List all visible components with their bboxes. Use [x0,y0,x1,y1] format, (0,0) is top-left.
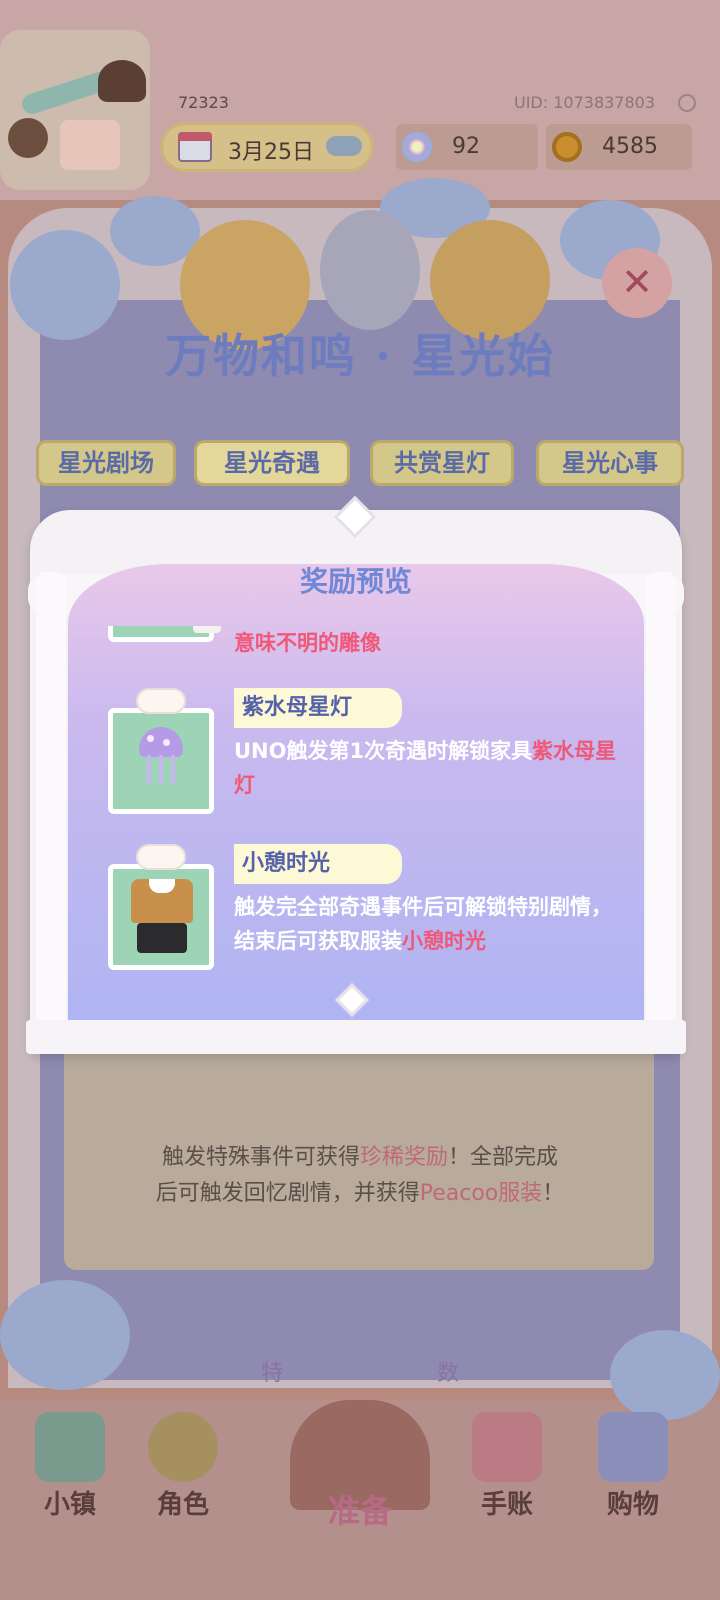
nav-character-label: 角色 [156,1490,209,1520]
avatar-cake [60,120,120,170]
star-flower-icon [402,132,432,162]
desc-text: ！ [542,1181,565,1206]
reward-item: 小憩时光 触发完全部奇遇事件后可解锁特别剧情，结束后可获取服装小憩时光 [68,844,644,984]
outfit-icon [131,879,193,959]
calendar-icon [178,132,212,162]
modal-pillar-right [646,572,676,1032]
reward-preview-modal: 奖励预览 意味不明的雕像 紫水母星灯 UNO触发第1次奇遇时解锁家具紫水母星灯 … [26,495,686,1054]
player-avatar[interactable] [0,30,150,190]
date-display[interactable]: 3月25日 [160,122,374,172]
star-currency[interactable]: 92 [396,124,538,170]
desc-text: 触发特殊事件可获得 [161,1145,360,1170]
event-tabs: 星光剧场 星光奇遇 共赏星灯 星光心事 [36,440,684,490]
coin-currency[interactable]: 4585 [546,124,692,170]
tab-starlight-theater[interactable]: 星光剧场 [36,440,176,486]
close-icon: ✕ [621,260,653,304]
modal-title: 奖励预览 [299,565,412,598]
reward-thumbnail[interactable] [108,626,221,642]
coin-count: 4585 [602,134,658,159]
desc-highlight: 珍稀奖励 [359,1145,448,1170]
avatar-bear [8,118,48,158]
jellyfish-lamp-icon [133,727,189,785]
tab-starlight-encounter[interactable]: 星光奇遇 [194,440,350,486]
reward-name: 小憩时光 [234,844,402,884]
reward-name: 紫水母星灯 [234,688,402,728]
map-icon [35,1412,105,1482]
character-icon [148,1412,218,1482]
reward-description: UNO触发第1次奇遇时解锁家具紫水母星灯 [234,734,626,802]
date-text: 3月25日 [228,140,314,165]
angel-character-silver [320,210,420,330]
desc-text: 后可触发回忆剧情，并获得 [155,1181,420,1206]
reward-list[interactable]: 意味不明的雕像 紫水母星灯 UNO触发第1次奇遇时解锁家具紫水母星灯 小憩时光 … [68,626,644,986]
desc-highlight: Peacoo服装 [419,1181,543,1206]
desc-text: ！全部完成 [448,1145,559,1170]
nav-journal[interactable]: 手账 [452,1400,562,1540]
shopping-bag-icon [598,1412,668,1482]
reward-item: 紫水母星灯 UNO触发第1次奇遇时解锁家具紫水母星灯 [68,688,644,828]
bow-decoration [136,688,186,714]
reward-desc-text: UNO触发第1次奇遇时解锁家具 [234,739,533,763]
cloud-weather-icon [326,136,362,156]
flower-decoration [0,1280,130,1390]
star-count: 92 [452,134,480,159]
nav-character[interactable]: 角色 [128,1400,238,1540]
coin-icon [552,132,582,162]
copy-uid-icon[interactable] [678,94,696,112]
reward-description: 触发完全部奇遇事件后可解锁特别剧情，结束后可获取服装小憩时光 [234,890,626,958]
modal-pillar-left [36,572,66,1032]
nav-shop[interactable]: 购物 [578,1400,688,1540]
reward-description: 意味不明的雕像 [234,631,381,655]
event-title: 万物和鸣 · 星光始 [164,329,556,383]
statue-icon [193,626,221,633]
bow-decoration [136,844,186,870]
avatar-hat [98,60,146,102]
nav-town-label: 小镇 [43,1490,96,1520]
close-button[interactable]: ✕ [602,248,672,318]
special-count-text-a: 特 [260,1361,283,1386]
nav-town[interactable]: 小镇 [15,1400,125,1540]
tab-shared-star-lamp[interactable]: 共赏星灯 [370,440,514,486]
reward-desc-highlight: 小憩时光 [402,929,486,953]
modal-base [26,1020,686,1054]
player-uid: UID: 1073837803 [514,93,656,112]
nav-prepare[interactable]: 准备 [270,1400,450,1540]
player-id: 72323 [178,93,229,112]
tab-starlight-thoughts[interactable]: 星光心事 [536,440,684,486]
special-count-text-b: 数 [437,1361,460,1386]
nav-prepare-label: 准备 [327,1492,392,1530]
encounter-description: 触发特殊事件可获得珍稀奖励！全部完成 后可触发回忆剧情，并获得Peacoo服装！ [100,1140,620,1212]
nav-journal-label: 手账 [480,1490,533,1520]
special-count-label: 特 数 [220,1355,500,1387]
reward-thumbnail[interactable] [108,864,214,970]
nav-shop-label: 购物 [606,1490,659,1520]
reward-thumbnail[interactable] [108,708,214,814]
journal-icon [472,1412,542,1482]
